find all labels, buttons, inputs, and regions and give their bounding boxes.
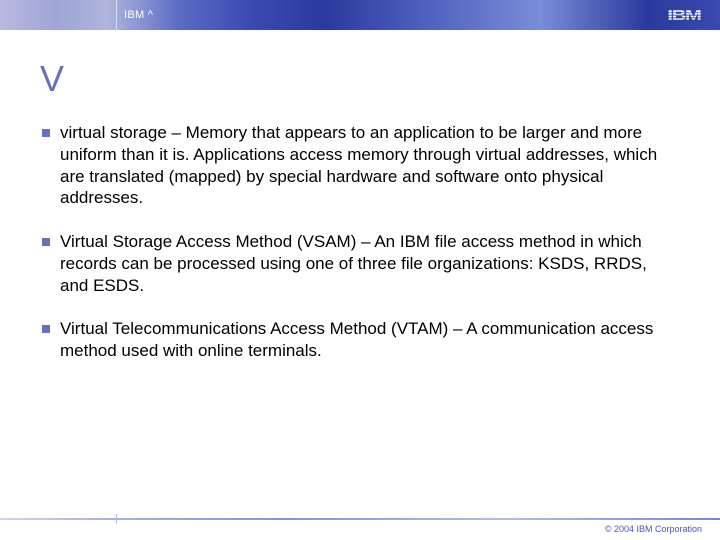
ibm-logo-icon: IBM <box>667 7 700 24</box>
slide-title: V <box>40 58 680 100</box>
content-area: virtual storage – Memory that appears to… <box>0 104 720 512</box>
footer-stripe <box>0 518 720 520</box>
copyright-text: © 2004 IBM Corporation <box>605 524 702 534</box>
bullet-icon <box>42 238 50 246</box>
bullet-text: Virtual Storage Access Method (VSAM) – A… <box>60 231 670 296</box>
title-area: V <box>0 30 720 104</box>
slide-footer: © 2004 IBM Corporation <box>0 512 720 540</box>
slide: IBM ^ IBM V virtual storage – Memory tha… <box>0 0 720 540</box>
header-brand-label: IBM ^ <box>124 9 153 21</box>
list-item: Virtual Telecommunications Access Method… <box>42 318 678 362</box>
list-item: Virtual Storage Access Method (VSAM) – A… <box>42 231 678 296</box>
bullet-icon <box>42 129 50 137</box>
list-item: virtual storage – Memory that appears to… <box>42 122 678 209</box>
bullet-text: Virtual Telecommunications Access Method… <box>60 318 670 362</box>
bullet-text: virtual storage – Memory that appears to… <box>60 122 670 209</box>
bullet-icon <box>42 325 50 333</box>
slide-header: IBM ^ IBM <box>0 0 720 30</box>
